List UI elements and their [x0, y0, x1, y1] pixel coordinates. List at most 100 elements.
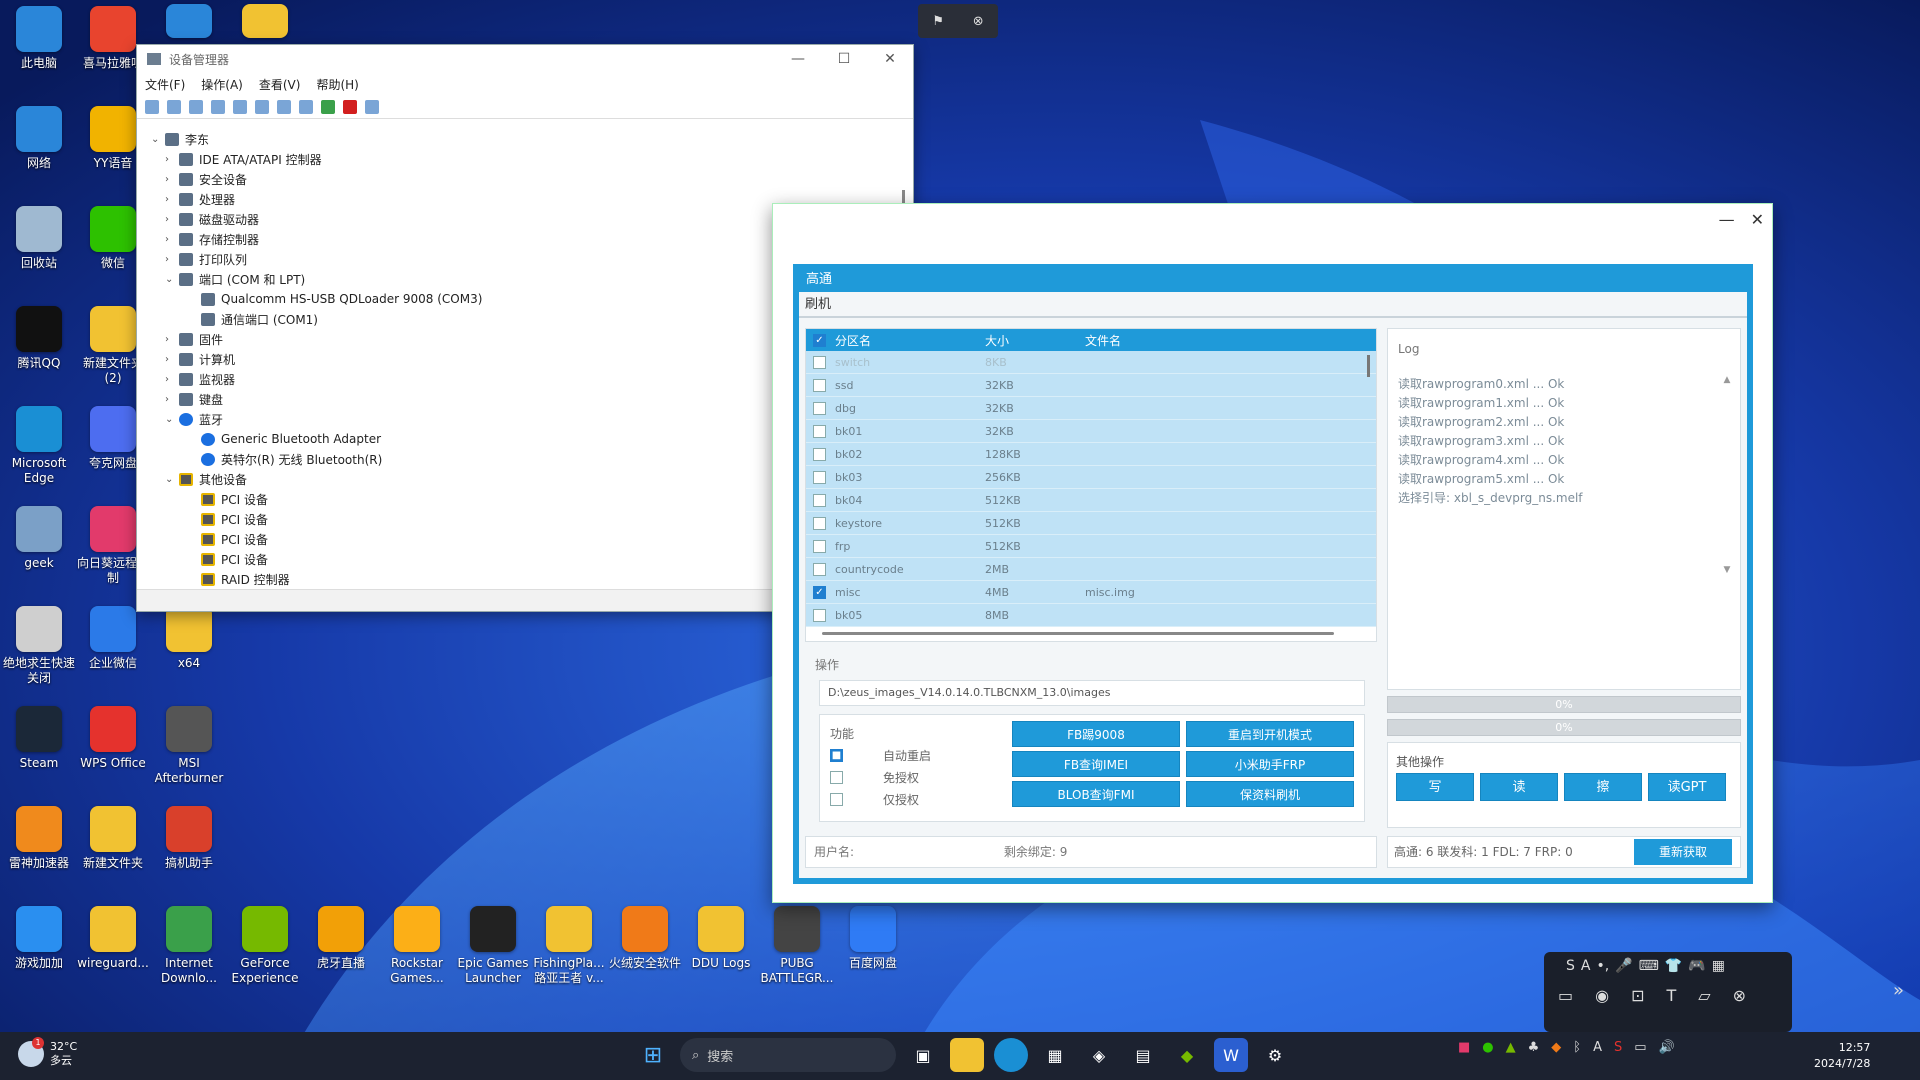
view-icon[interactable] — [211, 99, 225, 114]
option-checkbox[interactable]: ■ — [830, 749, 843, 762]
option-row[interactable]: ■ 自动重启 — [830, 747, 931, 764]
search-box[interactable]: ⌕ 搜索 — [680, 1038, 896, 1072]
chevron-right-icon[interactable]: › — [165, 334, 179, 345]
refresh-button[interactable]: 重新获取 — [1634, 839, 1732, 865]
ime-button[interactable]: A — [1581, 958, 1591, 974]
chevron-right-icon[interactable]: › — [165, 394, 179, 405]
column-header-file[interactable]: 文件名 — [1085, 332, 1285, 349]
option-row[interactable]: 仅授权 — [830, 791, 919, 808]
function-button[interactable]: BLOB查询FMI — [1012, 781, 1180, 807]
partition-checkbox[interactable] — [813, 562, 826, 576]
option-checkbox[interactable] — [830, 771, 843, 784]
function-button[interactable]: FB踢9008 — [1012, 721, 1180, 747]
option-row[interactable]: 免授权 — [830, 769, 919, 786]
desktop-icon[interactable]: Steam — [2, 706, 76, 771]
app-tray-icon[interactable]: ♣ — [1528, 1040, 1540, 1055]
store-icon[interactable]: ▦ — [1038, 1038, 1072, 1072]
chevron-right-icon[interactable]: › — [165, 154, 179, 165]
partition-checkbox[interactable] — [813, 378, 826, 392]
other-op-button[interactable]: 写 — [1396, 773, 1474, 801]
game-icon[interactable]: ◈ — [1082, 1038, 1116, 1072]
desktop-icon[interactable]: Rockstar Games... — [380, 906, 454, 986]
security-tray-icon[interactable]: ◆ — [1551, 1040, 1561, 1055]
ime-button[interactable]: ⌨ — [1639, 958, 1659, 974]
sogou-tray-icon[interactable]: S — [1614, 1040, 1622, 1055]
partition-row[interactable]: keystore 512KB — [806, 512, 1376, 535]
minimize-button[interactable]: — — [1719, 210, 1735, 229]
desktop-icon[interactable]: x64 — [152, 606, 226, 671]
desktop-icon[interactable] — [152, 4, 226, 42]
partition-checkbox[interactable] — [813, 516, 826, 530]
chevron-down-icon[interactable]: ⌄ — [151, 134, 165, 145]
horizontal-scrollbar[interactable] — [822, 632, 1334, 635]
properties-icon[interactable] — [189, 99, 203, 114]
partition-checkbox[interactable]: ✓ — [813, 585, 826, 599]
text-icon[interactable]: T — [1667, 986, 1677, 1005]
volume-icon[interactable]: 🔊 — [1659, 1040, 1675, 1055]
partition-checkbox[interactable] — [813, 447, 826, 461]
desktop-icon[interactable]: 腾讯QQ — [2, 306, 76, 371]
desktop-icon[interactable]: 百度网盘 — [836, 906, 910, 971]
partition-row[interactable]: dbg 32KB — [806, 397, 1376, 420]
partition-row[interactable]: ✓ misc 4MB misc.img — [806, 581, 1376, 604]
chevron-right-icon[interactable]: › — [165, 254, 179, 265]
close-circle-icon[interactable]: ⊗ — [1733, 986, 1746, 1005]
desktop-icon[interactable]: WPS Office — [76, 706, 150, 771]
option-checkbox[interactable] — [830, 793, 843, 806]
desktop-icon[interactable]: Microsoft Edge — [2, 406, 76, 486]
other-op-button[interactable]: 读GPT — [1648, 773, 1726, 801]
function-button[interactable]: FB查询IMEI — [1012, 751, 1180, 777]
partition-checkbox[interactable] — [813, 608, 826, 622]
menu-item[interactable]: 操作(A) — [201, 76, 243, 93]
desktop-icon[interactable]: 雷神加速器 — [2, 806, 76, 871]
ime-button[interactable]: S — [1566, 958, 1575, 974]
select-all-checkbox[interactable]: ✓ — [813, 333, 826, 347]
desktop-icon[interactable]: geek — [2, 506, 76, 571]
desktop-icon[interactable]: Epic Games Launcher — [456, 906, 530, 986]
nvidia-tray-icon[interactable]: ▲ — [1506, 1040, 1516, 1055]
ime-button[interactable]: 👕 — [1665, 958, 1682, 974]
partition-row[interactable]: bk03 256KB — [806, 466, 1376, 489]
function-button[interactable]: 小米助手FRP — [1186, 751, 1354, 777]
forward-icon[interactable] — [167, 99, 181, 114]
uninstall-icon[interactable] — [343, 99, 357, 114]
tree-node[interactable]: › 安全设备 — [145, 169, 905, 189]
chevron-right-icon[interactable]: › — [165, 174, 179, 185]
partition-row[interactable]: bk02 128KB — [806, 443, 1376, 466]
menu-item[interactable]: 查看(V) — [259, 76, 301, 93]
start-icon[interactable]: ⊞ — [636, 1038, 670, 1072]
partition-row[interactable]: switch 8KB — [806, 351, 1376, 374]
edge-icon[interactable] — [994, 1038, 1028, 1072]
desktop-icon[interactable]: wireguard... — [76, 906, 150, 971]
chevron-right-icon[interactable]: › — [165, 374, 179, 385]
weather-widget[interactable]: 1 32°C 多云 — [18, 1037, 77, 1068]
other-op-button[interactable]: 擦 — [1564, 773, 1642, 801]
tree-node[interactable]: ⌄ 李东 — [145, 129, 905, 149]
chevron-down-icon[interactable]: ⌄ — [165, 414, 179, 425]
other-op-button[interactable]: 读 — [1480, 773, 1558, 801]
chat-icon[interactable]: ▭ — [1558, 986, 1573, 1005]
maximize-button[interactable]: ☐ — [821, 51, 867, 67]
partition-checkbox[interactable] — [813, 355, 826, 369]
partition-checkbox[interactable] — [813, 493, 826, 507]
desktop-icon[interactable]: 游戏加加 — [2, 906, 76, 971]
app-icon[interactable]: ▤ — [1126, 1038, 1160, 1072]
sunflower-tray-icon[interactable]: ■ — [1458, 1040, 1470, 1055]
chevron-right-icon[interactable]: › — [165, 214, 179, 225]
desktop-icon[interactable] — [228, 4, 302, 42]
partition-checkbox[interactable] — [813, 401, 826, 415]
desktop-icon[interactable]: 网络 — [2, 106, 76, 171]
partition-checkbox[interactable] — [813, 470, 826, 484]
partition-checkbox[interactable] — [813, 424, 826, 438]
network-icon[interactable]: ▭ — [1634, 1040, 1646, 1055]
task-view-icon[interactable]: ▣ — [906, 1038, 940, 1072]
help-icon[interactable] — [233, 99, 247, 114]
close-circle-icon[interactable]: ⊗ — [973, 14, 984, 29]
desktop-icon[interactable]: DDU Logs — [684, 906, 758, 971]
update-driver-icon[interactable] — [321, 99, 335, 114]
partition-checkbox[interactable] — [813, 539, 826, 553]
input-mode[interactable]: A — [1593, 1040, 1602, 1055]
chevron-down-icon[interactable]: ⌄ — [165, 474, 179, 485]
partition-row[interactable]: frp 512KB — [806, 535, 1376, 558]
function-button[interactable]: 保资料刷机 — [1186, 781, 1354, 807]
